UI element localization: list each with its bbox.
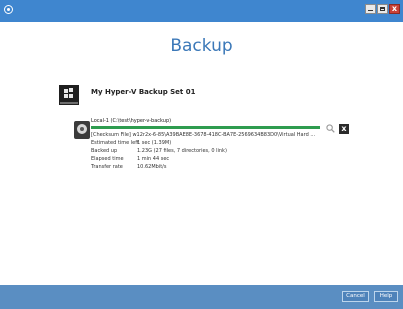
app-icon (4, 5, 13, 14)
icon-tile (69, 94, 73, 98)
search-icon[interactable] (326, 124, 335, 133)
destination-label: Local-1 (C:\test\hyper-v-backup) (91, 118, 172, 124)
minimize-icon (368, 10, 373, 11)
stat-label-transfer-rate: Transfer rate (91, 164, 123, 170)
help-button[interactable]: Help (374, 291, 398, 302)
backup-set-name: My Hyper-V Backup Set 01 (91, 88, 196, 96)
stat-value-backed-up: 1.23G (27 files, 7 directories, 0 link) (137, 148, 227, 154)
backup-progress-bar (91, 126, 320, 129)
current-file-status: [Checksum File] w12r2x-6-85\A39BAE8E-367… (91, 132, 316, 138)
window-controls: x (365, 4, 400, 14)
stop-backup-button[interactable]: x (339, 124, 349, 134)
close-button[interactable]: x (389, 4, 400, 14)
title-bar: x (0, 0, 403, 22)
icon-tile (64, 89, 68, 93)
disk-hub (80, 127, 84, 131)
icon-tile (69, 88, 73, 92)
stat-value-elapsed-time: 1 min 44 sec (137, 156, 170, 162)
stat-label-estimated-time: Estimated time left (91, 140, 139, 146)
icon-caption-bar (60, 102, 78, 104)
hyperv-windows-icon (59, 85, 79, 105)
maximize-button[interactable] (377, 4, 388, 14)
close-icon: x (391, 4, 398, 13)
stat-label-backed-up: Backed up (91, 148, 118, 154)
icon-tile (64, 94, 68, 98)
progress-fill (91, 126, 320, 129)
stat-label-elapsed-time: Elapsed time (91, 156, 124, 162)
stat-value-estimated-time: 1 sec (1.39M) (137, 140, 172, 146)
stat-value-transfer-rate: 10.62Mbit/s (137, 164, 167, 170)
hard-disk-icon (74, 121, 90, 139)
cancel-button[interactable]: Cancel (342, 291, 369, 302)
minimize-button[interactable] (365, 4, 376, 14)
maximize-icon (380, 7, 385, 11)
page-title: Backup (170, 36, 233, 56)
